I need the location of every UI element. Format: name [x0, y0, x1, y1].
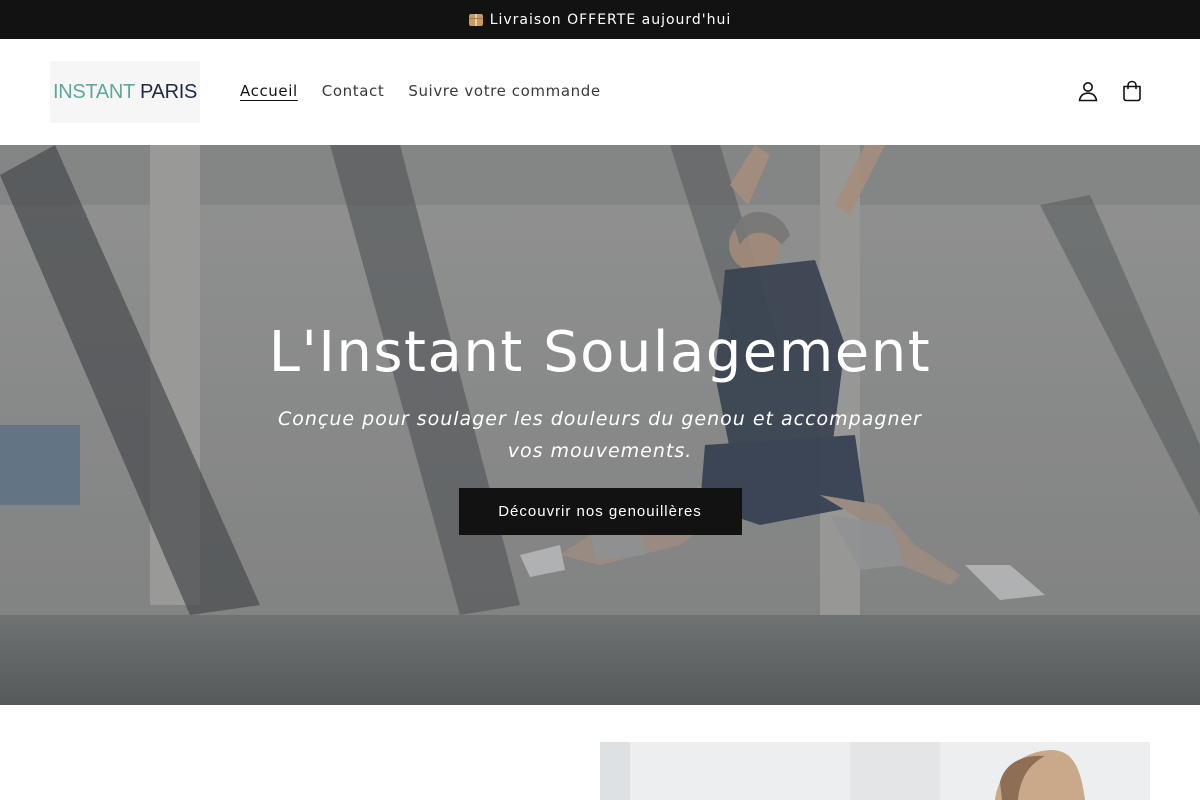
logo[interactable]: INSTANT PARIS — [50, 61, 200, 123]
cart-button[interactable] — [1117, 76, 1147, 106]
logo-text-paris: PARIS — [139, 80, 198, 103]
account-icon — [1078, 82, 1098, 102]
hero-content: L'Instant Soulagement Conçue pour soulag… — [0, 317, 1200, 535]
discover-kneepads-button[interactable]: Découvrir nos genouillères — [458, 488, 742, 535]
nav-link-contact[interactable]: Contact — [310, 78, 397, 104]
main-nav: Accueil Contact Suivre votre commande — [228, 77, 613, 105]
featured-photo — [600, 742, 1150, 800]
hero-title: L'Instant Soulagement — [268, 320, 932, 385]
cart-icon — [1123, 80, 1141, 102]
featured-section — [0, 705, 1200, 800]
hero-banner: L'Instant Soulagement Conçue pour soulag… — [0, 145, 1200, 705]
featured-image — [600, 742, 1150, 800]
nav-link-accueil[interactable]: Accueil — [228, 78, 310, 104]
account-button[interactable] — [1073, 76, 1103, 106]
site-header: INSTANT PARIS Accueil Contact Suivre vot… — [0, 39, 1200, 145]
logo-text-instant: INSTANT — [52, 80, 135, 103]
announcement-text: Livraison OFFERTE aujourd'hui — [489, 11, 732, 28]
package-icon — [468, 13, 483, 26]
nav-link-suivre-commande[interactable]: Suivre votre commande — [396, 78, 612, 104]
hero-subtitle: Conçue pour soulager les douleurs du gen… — [277, 408, 922, 462]
announcement-bar: Livraison OFFERTE aujourd'hui — [0, 0, 1200, 39]
